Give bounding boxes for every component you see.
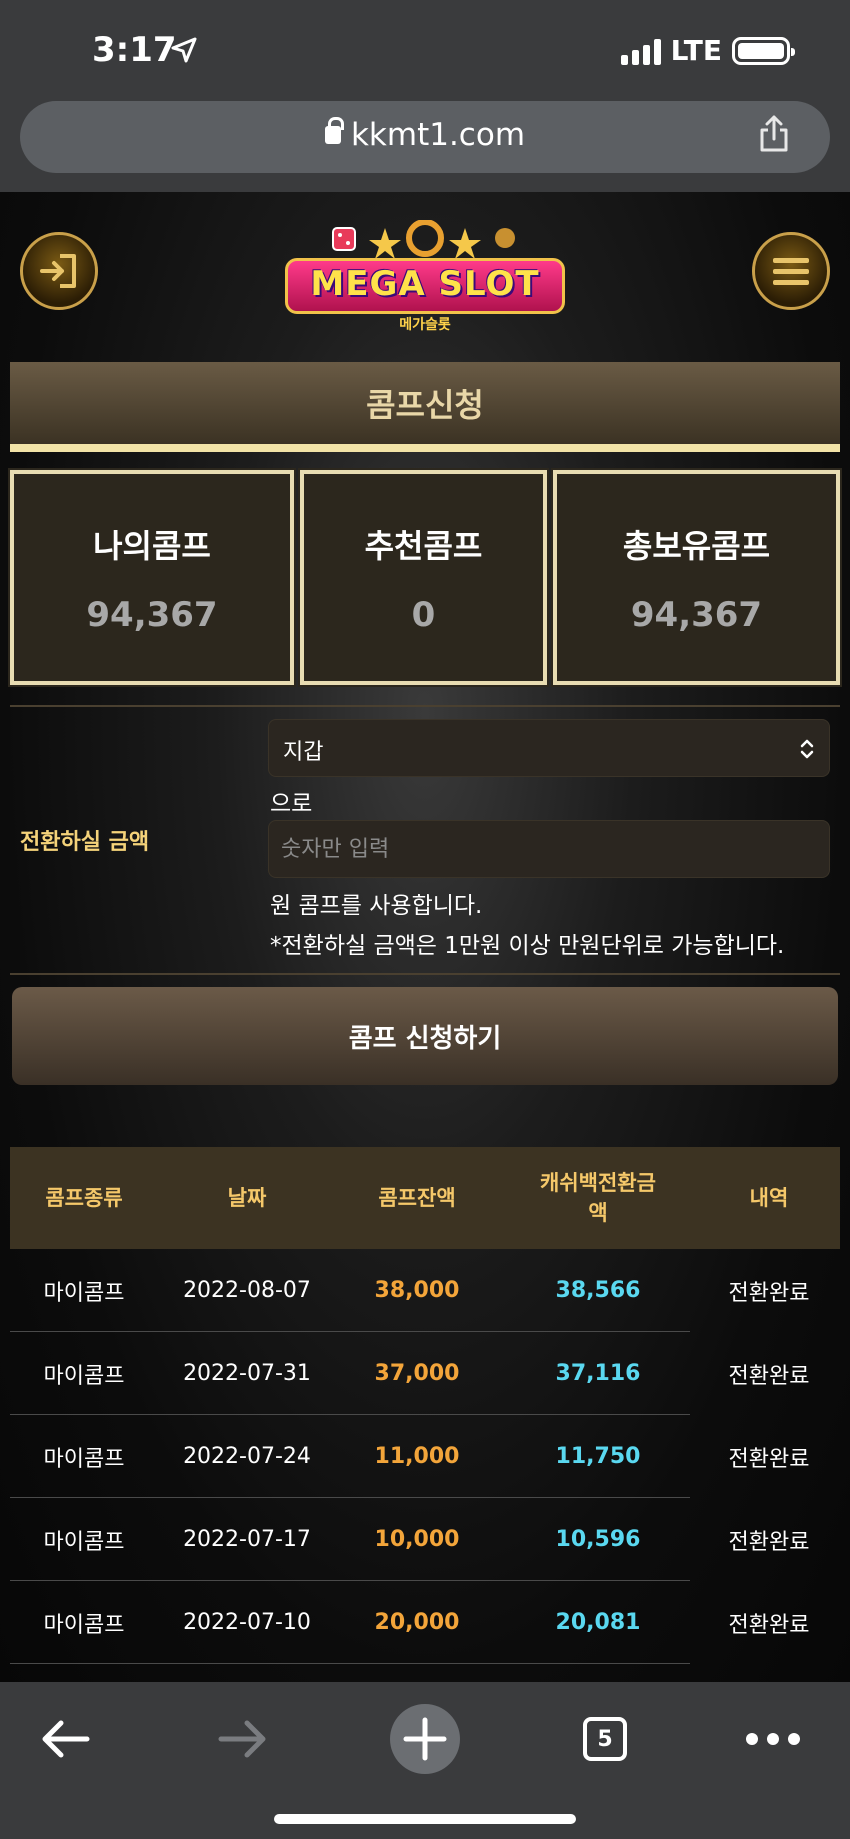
select-chevron-icon xyxy=(800,739,814,759)
cell-balance: 10,000 xyxy=(374,1527,460,1552)
stat-total-comp: 총보유콤프 94,367 xyxy=(551,468,842,687)
cell-type: 마이콤프 xyxy=(43,1280,125,1306)
site-logo[interactable]: MEGA SLOT 메가슬롯 xyxy=(285,220,565,340)
amount-note: *전환하실 금액은 1만원 이상 만원단위로 가능합니다. xyxy=(270,933,785,959)
status-indicators: LTE xyxy=(620,34,795,67)
stat-label: 총보유콤프 xyxy=(622,526,771,565)
stat-value: 94,367 xyxy=(630,594,763,635)
hamburger-menu-icon xyxy=(773,258,809,285)
cell-balance: 20,000 xyxy=(374,1610,460,1635)
forward-arrow-icon xyxy=(218,1720,266,1758)
cell-status: 전환완료 xyxy=(728,1529,810,1555)
page-title: 콤프신청 xyxy=(366,386,484,424)
stat-label: 추천콤프 xyxy=(364,526,483,565)
to-text: 으로 xyxy=(270,791,313,817)
cell-cashback: 38,566 xyxy=(555,1278,641,1303)
cell-type: 마이콤프 xyxy=(43,1612,125,1638)
logo-decoration xyxy=(332,220,515,259)
menu-button[interactable] xyxy=(752,232,830,310)
back-arrow-icon xyxy=(42,1720,90,1758)
table-row: 마이콤프 2022-07-10 20,000 20,081 전환완료 xyxy=(10,1581,840,1664)
comp-stats: 나의콤프 94,367 추천콤프 0 총보유콤프 94,367 xyxy=(8,468,842,687)
cell-date: 2022-07-24 xyxy=(183,1444,311,1469)
logo-subtext: 메가슬롯 xyxy=(399,317,451,333)
cell-cashback: 37,116 xyxy=(555,1361,641,1386)
cell-date: 2022-07-10 xyxy=(183,1610,311,1635)
cell-cashback: 20,081 xyxy=(555,1610,641,1635)
apply-comp-button-label: 콤프 신청하기 xyxy=(348,1023,502,1054)
share-icon[interactable] xyxy=(758,115,790,153)
column-header-date: 날짜 xyxy=(227,1186,267,1210)
login-button[interactable] xyxy=(20,232,98,310)
cell-type: 마이콤프 xyxy=(43,1529,125,1555)
login-icon xyxy=(40,254,76,288)
table-row: 마이콤프 2022-08-07 38,000 38,566 전환완료 xyxy=(10,1249,840,1332)
cell-type: 마이콤프 xyxy=(43,1363,125,1389)
forward-button[interactable] xyxy=(208,1704,278,1774)
browser-top-bar: 3:17 LTE kkmt1.com xyxy=(0,0,850,192)
cell-cashback: 10,596 xyxy=(555,1527,641,1552)
cell-balance: 38,000 xyxy=(374,1278,460,1303)
column-header-balance: 콤프잔액 xyxy=(378,1186,456,1210)
battery-icon xyxy=(732,36,795,65)
amount-label: 전환하실 금액 xyxy=(20,830,150,855)
stat-label: 나의콤프 xyxy=(93,526,211,565)
cell-type: 마이콤프 xyxy=(43,1446,125,1472)
divider xyxy=(10,705,840,707)
status-time: 3:17 xyxy=(92,30,177,70)
table-header: 콤프종류 날짜 콤프잔액 캐쉬백전환금 액 내역 xyxy=(10,1147,840,1249)
wallet-select[interactable]: 지갑 xyxy=(268,719,830,777)
page-content: MEGA SLOT 메가슬롯 콤프신청 나의콤프 94,367 추천콤프 0 총… xyxy=(0,192,850,1682)
network-type: LTE xyxy=(670,34,722,67)
logo-text: MEGA SLOT xyxy=(310,264,540,304)
comp-history-table: 콤프종류 날짜 콤프잔액 캐쉬백전환금 액 내역 마이콤프 2022-08-07… xyxy=(10,1147,840,1664)
browser-bottom-toolbar: 5 xyxy=(0,1682,850,1839)
column-header-cashback: 캐쉬백전환금 액 xyxy=(540,1171,656,1225)
cell-cashback: 11,750 xyxy=(555,1444,641,1469)
amount-input[interactable] xyxy=(268,820,830,878)
column-header-status: 내역 xyxy=(749,1186,789,1210)
cell-status: 전환완료 xyxy=(728,1363,810,1389)
url-text: kkmt1.com xyxy=(350,117,526,153)
cell-date: 2022-07-31 xyxy=(183,1361,311,1386)
more-dots-icon xyxy=(746,1733,800,1745)
cell-date: 2022-07-17 xyxy=(183,1527,311,1552)
lock-icon xyxy=(324,117,344,144)
cell-balance: 37,000 xyxy=(374,1361,460,1386)
page-title-bar: 콤프신청 xyxy=(10,362,840,452)
stat-my-comp: 나의콤프 94,367 xyxy=(8,468,296,687)
table-row: 마이콤프 2022-07-24 11,000 11,750 전환완료 xyxy=(10,1415,840,1498)
location-arrow-icon xyxy=(171,37,197,63)
cell-balance: 11,000 xyxy=(374,1444,460,1469)
use-comp-text: 원 콤프를 사용합니다. xyxy=(270,893,483,919)
site-header: MEGA SLOT 메가슬롯 xyxy=(0,192,850,362)
divider xyxy=(10,973,840,975)
tabs-button[interactable]: 5 xyxy=(570,1704,640,1774)
cell-status: 전환완료 xyxy=(728,1280,810,1306)
table-row: 마이콤프 2022-07-31 37,000 37,116 전환완료 xyxy=(10,1332,840,1415)
stat-value: 94,367 xyxy=(86,594,218,635)
apply-comp-button[interactable]: 콤프 신청하기 xyxy=(12,987,838,1085)
home-indicator xyxy=(274,1814,576,1824)
new-tab-button[interactable] xyxy=(390,1704,460,1774)
back-button[interactable] xyxy=(30,1704,100,1774)
column-header-type: 콤프종류 xyxy=(45,1186,123,1210)
stat-value: 0 xyxy=(411,594,436,635)
tab-count-icon: 5 xyxy=(583,1717,627,1761)
signal-icon xyxy=(620,37,661,65)
url-bar[interactable]: kkmt1.com xyxy=(20,101,830,173)
table-row: 마이콤프 2022-07-17 10,000 10,596 전환완료 xyxy=(10,1498,840,1581)
cell-status: 전환완료 xyxy=(728,1446,810,1472)
plus-icon xyxy=(403,1717,447,1761)
cell-status: 전환완료 xyxy=(728,1612,810,1638)
cell-date: 2022-08-07 xyxy=(183,1278,311,1303)
stat-referral-comp: 추천콤프 0 xyxy=(298,468,549,687)
more-options-button[interactable] xyxy=(738,1704,808,1774)
wallet-select-value: 지갑 xyxy=(283,740,324,765)
url-display[interactable]: kkmt1.com xyxy=(20,117,830,153)
